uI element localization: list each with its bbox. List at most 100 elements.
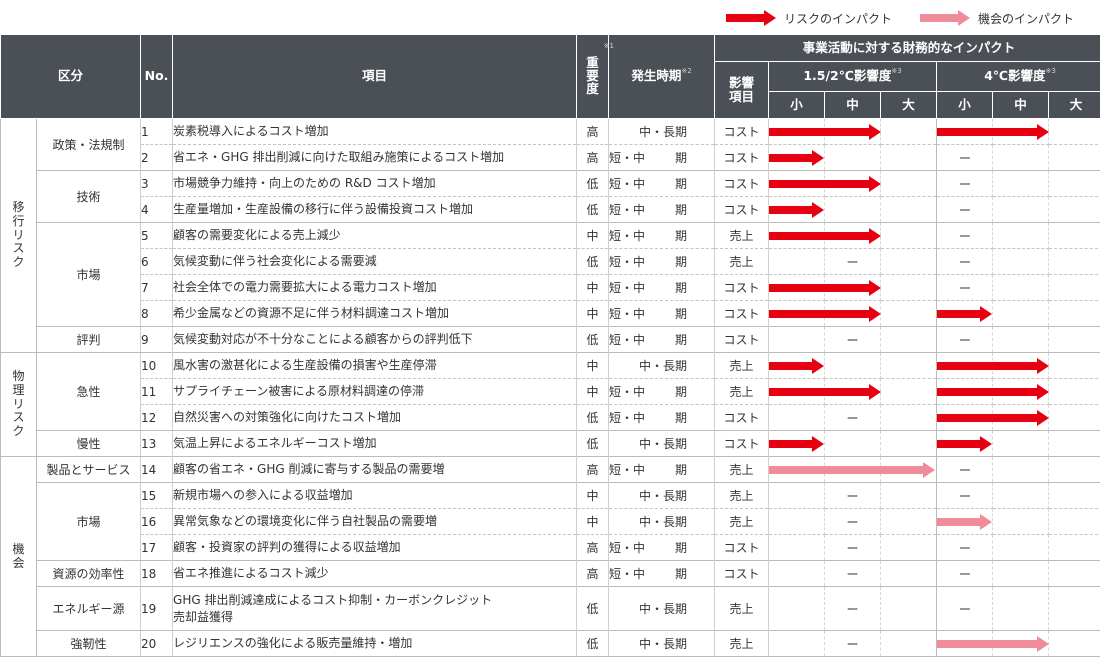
row-number: 10 [140, 352, 174, 379]
header-small-15: 小 [768, 91, 826, 119]
row-affected-item: 売上 [714, 508, 770, 535]
header-medium-4: 中 [992, 91, 1050, 119]
impact-cell-4 [1048, 482, 1100, 509]
opportunity-arrow-icon [919, 10, 970, 26]
impact-cell-4 [1048, 630, 1100, 657]
impact-cell-15 [768, 378, 882, 405]
row-timing: 中・長期 [608, 630, 716, 657]
row-timing: 短・中期 [608, 326, 716, 353]
table-row: 7 社会全体での電力需要拡大による電力コスト増加中短・中期コスト ー [1, 274, 1100, 301]
no-impact-dash: ー [959, 229, 972, 243]
impact-cell-15 [880, 534, 938, 561]
row-affected-item: コスト [714, 560, 770, 587]
impact-cell-4 [1048, 118, 1100, 145]
risk-arrow-icon [769, 123, 882, 140]
row-item: 風水害の激甚化による生産設備の損害や生産停滞 [172, 352, 578, 379]
header-small-4: 小 [936, 91, 994, 119]
no-impact-dash: ー [846, 602, 859, 616]
impact-cell-4 [936, 378, 1050, 405]
no-impact-dash: ー [959, 203, 972, 217]
row-item: 省エネ・GHG 排出削減に向けた取組み施策によるコスト増加 [172, 144, 578, 171]
impact-cell-4 [992, 300, 1050, 327]
impact-cell-15 [880, 630, 938, 657]
row-importance: 高 [576, 144, 610, 171]
impact-cell-15 [768, 534, 826, 561]
impact-cell-4 [1048, 196, 1100, 223]
row-importance: 中 [576, 508, 610, 535]
subcategory-label: 強靭性 [35, 630, 142, 657]
impact-cell-15 [880, 118, 938, 145]
header-large-4: 大 [1048, 91, 1100, 119]
impact-cell-15 [768, 630, 826, 657]
row-timing: 短・中期 [608, 456, 716, 483]
impact-cell-4 [1048, 560, 1100, 587]
impact-cell-4 [936, 430, 994, 457]
impact-cell-15 [880, 560, 938, 587]
row-timing: 中・長期 [608, 430, 716, 457]
impact-cell-15 [824, 352, 882, 379]
row-timing: 短・中期 [608, 170, 716, 197]
legend-risk: リスクのインパクト [725, 10, 892, 27]
impact-cell-4 [1048, 534, 1100, 561]
group-label: 物理リスク [0, 352, 37, 457]
row-affected-item: コスト [714, 118, 770, 145]
row-importance: 低 [576, 586, 610, 631]
risk-arrow-icon [769, 305, 882, 322]
table-row: 物理リスク 急性 10 風水害の激甚化による生産設備の損害や生産停滞中中・長期 売上 [0, 352, 1100, 457]
risk-arrow-icon [769, 357, 825, 374]
table-row: 6 気候変動に伴う社会変化による需要減低短・中期売上 ー ー [1, 248, 1100, 275]
impact-cell-4 [936, 404, 1050, 431]
row-timing: 中・長期 [608, 508, 716, 535]
risk-arrow-icon [769, 149, 825, 166]
row-item: 気温上昇によるエネルギーコスト増加 [172, 430, 578, 457]
impact-cell-4 [1048, 586, 1100, 631]
row-timing: 短・中期 [608, 378, 716, 405]
impact-cell-4 [936, 352, 1050, 379]
no-impact-dash: ー [846, 411, 859, 425]
impact-cell-4 [1048, 378, 1100, 405]
impact-cell-4 [1048, 248, 1100, 275]
no-impact-dash: ー [846, 333, 859, 347]
impact-cell-15 [824, 144, 882, 171]
row-item: 自然災害への対策強化に向けたコスト増加 [172, 404, 578, 431]
header-scenario-4: 4℃影響度※3 [936, 61, 1100, 92]
subcategory-label: 評判 [35, 326, 142, 353]
impact-cell-15 [768, 118, 882, 145]
impact-cell-15 [768, 586, 826, 631]
subcategory-label: 急性 [35, 352, 142, 431]
impact-cell-4 [1048, 274, 1100, 301]
subcategory-label: エネルギー源 [35, 586, 142, 631]
row-timing: 中・長期 [608, 586, 716, 631]
subcategory-label: 政策・法規制 [35, 118, 142, 171]
row-timing: 短・中期 [608, 300, 716, 327]
impact-cell-15: ー [824, 630, 882, 657]
risk-arrow-icon [937, 305, 993, 322]
impact-cell-15 [880, 326, 938, 353]
row-affected-item: 売上 [714, 482, 770, 509]
impact-cell-15: ー [824, 508, 882, 535]
impact-cell-15 [880, 170, 938, 197]
climate-impact-table: 区分 No. 項目 ※1 重要度 発生時期※2 事業活動に対する財務的なインパク… [0, 34, 1100, 657]
impact-cell-4: ー [959, 248, 1050, 275]
no-impact-dash: ー [846, 541, 859, 555]
row-number: 7 [140, 274, 174, 301]
legend-risk-label: リスクのインパクト [783, 11, 892, 26]
row-importance: 低 [576, 630, 610, 657]
legend-opportunity-label: 機会のインパクト [977, 11, 1074, 26]
row-item: 省エネ推進によるコスト減少 [172, 560, 578, 587]
table-row: 8 希少金属などの資源不足に伴う材料調達コスト増加中短・中期コスト [1, 300, 1100, 327]
no-impact-dash: ー [959, 541, 972, 555]
row-number: 4 [140, 196, 174, 223]
no-impact-dash: ー [846, 515, 859, 529]
row-affected-item: 売上 [714, 222, 770, 249]
impact-cell-15 [880, 222, 938, 249]
table-row: 17 顧客・投資家の評判の獲得による収益増加高短・中期コスト ー ー [1, 534, 1100, 561]
impact-cell-15 [824, 430, 882, 457]
row-number: 19 [140, 586, 174, 631]
header-medium-15: 中 [824, 91, 882, 119]
no-impact-dash: ー [959, 255, 972, 269]
row-importance: 中 [576, 352, 610, 379]
row-item: 顧客の需要変化による売上減少 [172, 222, 578, 249]
row-timing: 短・中期 [608, 274, 716, 301]
impact-cell-4 [1048, 430, 1100, 457]
